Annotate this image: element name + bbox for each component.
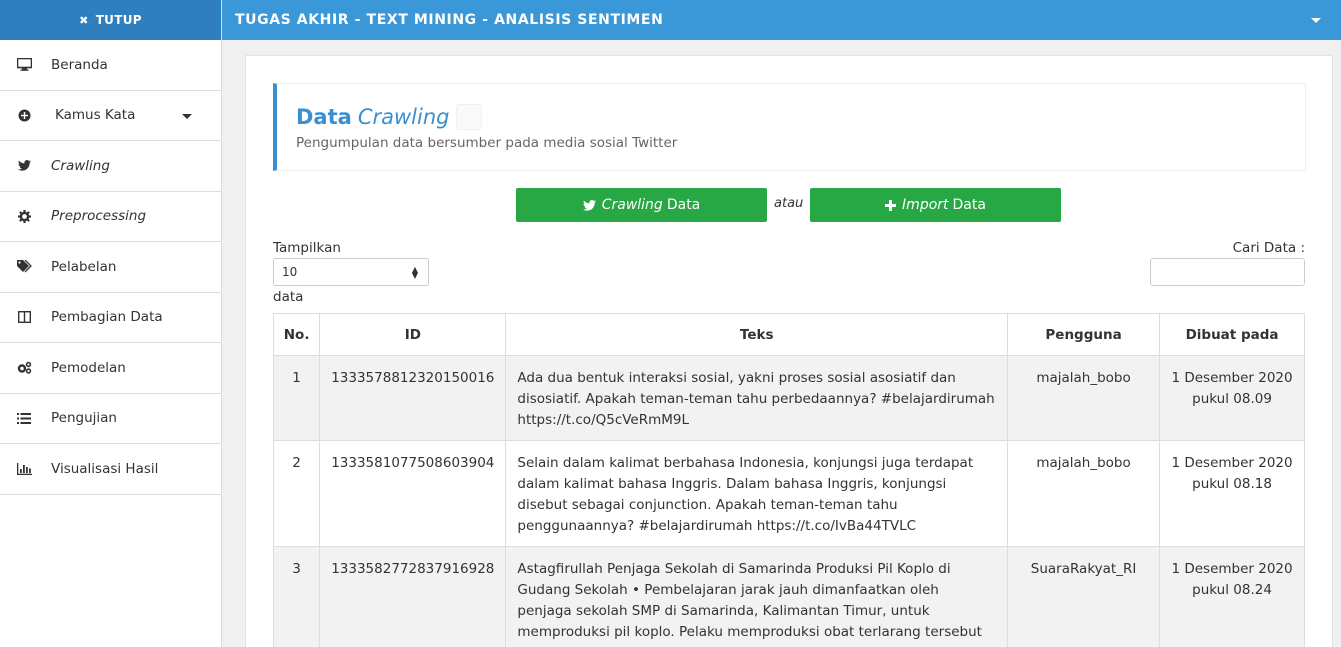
cell-date-day: 1 Desember 2020	[1171, 561, 1293, 577]
cell-user: SuaraRakyat_RI	[1007, 546, 1161, 647]
entries-per-page-value: 10	[282, 265, 298, 279]
gear-icon	[16, 208, 32, 224]
sidebar-item-label: Pembagian Data	[51, 309, 163, 326]
column-header-pengguna[interactable]: Pengguna	[1007, 313, 1161, 356]
search-label: Cari Data :	[1232, 240, 1305, 256]
cell-date: 1 Desember 2020 pukul 08.24	[1159, 546, 1305, 647]
cell-text: Ada dua bentuk interaksi sosial, yakni p…	[505, 355, 1009, 441]
cell-no: 2	[272, 440, 321, 547]
cell-id: 1333582772837916928	[319, 546, 507, 647]
table-row: 3 1333582772837916928 Astagfirullah Penj…	[272, 546, 1305, 647]
sidebar-item-crawling[interactable]: Crawling	[0, 141, 221, 192]
plus-circle-icon	[16, 107, 32, 123]
search-input[interactable]	[1150, 258, 1305, 286]
cell-id: 1333578812320150016	[319, 355, 507, 441]
twitter-icon	[16, 158, 32, 174]
cell-user: majalah_bobo	[1007, 355, 1161, 441]
columns-icon	[16, 309, 32, 325]
close-icon: ✖	[79, 13, 89, 27]
table-header-row: No. ID Teks Pengguna Dibuat pada	[272, 313, 1305, 356]
cell-text: Selain dalam kalimat berbahasa Indonesia…	[505, 440, 1009, 547]
cell-date: 1 Desember 2020 pukul 08.18	[1159, 440, 1305, 547]
list-icon	[16, 410, 32, 426]
title-chip	[456, 104, 483, 130]
sidebar-item-label: Pemodelan	[51, 359, 126, 376]
show-entries-suffix: data	[273, 289, 304, 305]
or-label: atau	[774, 196, 804, 211]
gears-icon	[16, 360, 32, 376]
sidebar-item-label: Pengujian	[51, 410, 117, 427]
page-title-bold: Data	[296, 105, 352, 129]
column-header-no[interactable]: No.	[272, 313, 321, 356]
top-bar: TUGAS AKHIR - TEXT MINING - ANALISIS SEN…	[222, 0, 1341, 40]
cell-date-time: pukul 08.18	[1192, 476, 1272, 492]
sidebar-item-visualisasi-hasil[interactable]: Visualisasi Hasil	[0, 444, 221, 495]
table-row: 1 1333578812320150016 Ada dua bentuk int…	[272, 355, 1305, 441]
sidebar-item-beranda[interactable]: Beranda	[0, 40, 221, 91]
cell-user: majalah_bobo	[1007, 440, 1161, 547]
close-sidebar-button[interactable]: ✖ TUTUP	[0, 0, 221, 40]
sidebar-item-label: Preprocessing	[51, 208, 147, 225]
chevron-down-icon	[182, 113, 192, 119]
cell-date-time: pukul 08.24	[1192, 582, 1272, 598]
crawling-data-button[interactable]: Crawling Data	[516, 188, 767, 222]
close-label: TUTUP	[95, 13, 142, 27]
page-subtitle: Pengumpulan data bersumber pada media so…	[296, 135, 678, 151]
column-header-dibuat-pada[interactable]: Dibuat pada	[1159, 313, 1305, 356]
sidebar-item-pelabelan[interactable]: Pelabelan	[0, 242, 221, 293]
import-data-button[interactable]: Import Data	[810, 188, 1061, 222]
sidebar-item-preprocessing[interactable]: Preprocessing	[0, 192, 221, 242]
bar-chart-icon	[16, 461, 32, 477]
tags-icon	[16, 259, 32, 275]
cell-date-day: 1 Desember 2020	[1171, 370, 1293, 386]
sidebar-item-label: Kamus Kata	[55, 107, 136, 124]
sidebar-item-pembagian-data[interactable]: Pembagian Data	[0, 293, 221, 343]
dropdown-caret-icon[interactable]	[1311, 18, 1321, 23]
plus-icon	[885, 199, 897, 211]
cell-date-time: pukul 08.09	[1192, 391, 1272, 407]
sidebar-item-label: Pelabelan	[51, 258, 117, 275]
sidebar: ✖ TUTUP Beranda Kamus Kata Crawling Prep…	[0, 0, 222, 647]
desktop-icon	[16, 57, 32, 73]
sidebar-item-pemodelan[interactable]: Pemodelan	[0, 343, 221, 394]
entries-per-page-select[interactable]: 10 ▲ ▼	[273, 258, 429, 286]
page-title-italic: Crawling	[357, 105, 450, 129]
crawling-button-italic: Crawling	[601, 197, 663, 213]
cell-date-day: 1 Desember 2020	[1171, 455, 1293, 471]
main-card: Data Crawling Pengumpulan data bersumber…	[245, 55, 1333, 647]
import-button-italic: Import	[902, 197, 949, 213]
twitter-icon	[582, 199, 596, 211]
app-title: TUGAS AKHIR - TEXT MINING - ANALISIS SEN…	[235, 12, 664, 28]
page-title: Data Crawling	[296, 104, 483, 130]
column-header-id[interactable]: ID	[319, 313, 507, 356]
sidebar-item-kamus-kata[interactable]: Kamus Kata	[0, 91, 221, 141]
crawling-button-text: Data	[666, 197, 701, 213]
cell-text: Astagfirullah Penjaga Sekolah di Samarin…	[505, 546, 1009, 647]
cell-date: 1 Desember 2020 pukul 08.09	[1159, 355, 1305, 441]
show-entries-label: Tampilkan	[273, 240, 341, 256]
sidebar-item-label: Beranda	[51, 56, 108, 73]
import-button-text: Data	[952, 197, 986, 213]
select-arrows-icon: ▲ ▼	[411, 265, 418, 280]
cell-no: 3	[272, 546, 321, 647]
page-header: Data Crawling Pengumpulan data bersumber…	[273, 83, 1306, 171]
column-header-teks[interactable]: Teks	[505, 313, 1009, 356]
data-table: No. ID Teks Pengguna Dibuat pada 1 13335…	[272, 313, 1305, 647]
sidebar-item-label: Visualisasi Hasil	[51, 460, 159, 477]
cell-id: 1333581077508603904	[319, 440, 507, 547]
sidebar-item-pengujian[interactable]: Pengujian	[0, 394, 221, 444]
cell-no: 1	[272, 355, 321, 441]
sidebar-item-label: Crawling	[51, 157, 110, 174]
table-row: 2 1333581077508603904 Selain dalam kalim…	[272, 440, 1305, 547]
